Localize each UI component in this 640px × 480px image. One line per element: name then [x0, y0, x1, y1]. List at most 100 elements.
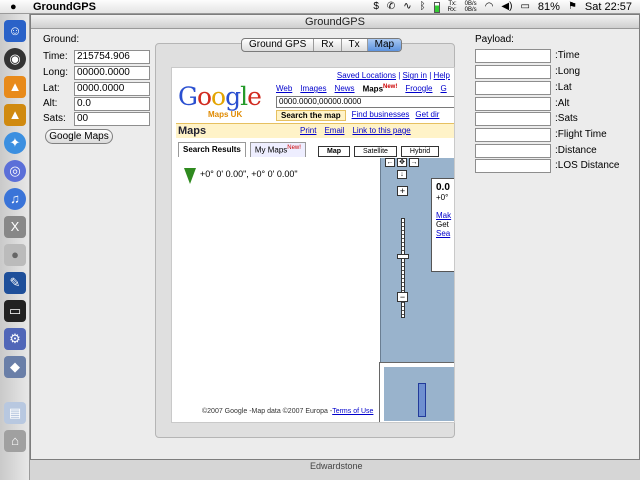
my-maps-tab[interactable]: My MapsNew!: [249, 142, 306, 157]
ground-time-field[interactable]: 215754.906: [74, 50, 150, 64]
search-map-tab[interactable]: Search the map: [276, 110, 346, 121]
app-menu[interactable]: GroundGPS: [33, 0, 96, 14]
pan-center-icon[interactable]: ✥: [397, 158, 407, 167]
battery-icon[interactable]: ▭: [520, 0, 529, 14]
map-canvas[interactable]: ← ✥ → ↓ + − 0.0 +0° Mak Get Sea: [379, 158, 454, 422]
network-rate: 0B/s 0B/s: [465, 1, 477, 13]
map-webview[interactable]: Saved Locations | Sign in | Help Google …: [171, 67, 455, 423]
maps-uk-label: Maps UK: [208, 110, 243, 119]
map-type-hybrid[interactable]: Hybrid: [400, 146, 440, 157]
ground-long-row: Long: 00000.0000: [41, 66, 153, 80]
link-to-page[interactable]: Link to this page: [352, 126, 410, 135]
ground-alt-field[interactable]: 0.0: [74, 97, 150, 111]
network-label: Tx: Rx:: [448, 1, 457, 13]
ground-long-field[interactable]: 00000.0000: [74, 66, 150, 80]
payload-flighttime-row: :Flight Time: [475, 128, 635, 142]
chat-icon[interactable]: ◎: [4, 160, 26, 182]
sign-in-link[interactable]: Sign in: [403, 71, 427, 80]
get-directions-tab[interactable]: Get dir: [415, 110, 439, 121]
dashboard-icon[interactable]: ◉: [4, 48, 26, 70]
map-type-map[interactable]: Map: [318, 146, 350, 157]
clock[interactable]: Sat 22:57: [585, 0, 632, 14]
nav-web[interactable]: Web: [276, 84, 292, 94]
result-coordinates[interactable]: +0° 0' 0.00", +0° 0' 0.00": [200, 169, 298, 179]
info-link-make[interactable]: Mak: [436, 211, 454, 220]
payload-lat-field[interactable]: [475, 81, 551, 95]
payload-sats-field[interactable]: [475, 112, 551, 126]
ground-sats-field[interactable]: 00: [74, 112, 150, 126]
find-businesses-tab[interactable]: Find businesses: [352, 110, 410, 121]
tab-map[interactable]: Map: [367, 39, 402, 51]
itunes-icon[interactable]: ♫: [4, 188, 26, 210]
payload-time-field[interactable]: [475, 49, 551, 63]
ground-lat-field[interactable]: 0000.0000: [74, 82, 150, 96]
tab-rx[interactable]: Rx: [314, 39, 342, 51]
zoom-out-button[interactable]: −: [397, 292, 408, 302]
pan-left-icon[interactable]: ←: [385, 158, 395, 167]
activity-icon[interactable]: ∿: [403, 0, 411, 14]
payload-flighttime-field[interactable]: [475, 128, 551, 142]
pan-right-icon[interactable]: →: [409, 158, 419, 167]
overview-map[interactable]: [379, 362, 454, 422]
xcode-icon[interactable]: ✎: [4, 272, 26, 294]
nav-images[interactable]: Images: [300, 84, 326, 94]
payload-alt-field[interactable]: [475, 97, 551, 111]
location-marker-icon[interactable]: [184, 168, 196, 184]
wifi-icon[interactable]: ◠: [485, 0, 494, 14]
print-link[interactable]: Print: [300, 126, 316, 135]
zoom-slider[interactable]: [401, 218, 405, 318]
ground-time-row: Time: 215754.906: [41, 50, 153, 64]
maps-heading: Maps: [178, 125, 207, 137]
window-title[interactable]: GroundGPS: [31, 15, 639, 29]
nav-froogle[interactable]: Froogle: [405, 84, 432, 94]
zoom-in-button[interactable]: +: [397, 186, 408, 196]
email-link[interactable]: Email: [324, 126, 344, 135]
payload-distance-field[interactable]: [475, 144, 551, 158]
vlc-icon-2[interactable]: ▲: [4, 104, 26, 126]
pan-down-icon[interactable]: ↓: [397, 170, 407, 179]
dollar-icon[interactable]: $: [373, 0, 379, 14]
flag-icon[interactable]: ⚑: [568, 0, 577, 14]
ground-long-label: Long:: [43, 67, 69, 78]
payload-alt-label: :Alt: [555, 98, 570, 109]
map-type-satellite[interactable]: Satellite: [354, 146, 397, 157]
vlc-icon[interactable]: ▲: [4, 76, 26, 98]
terminal-icon[interactable]: ▭: [4, 300, 26, 322]
payload-los-field[interactable]: [475, 159, 551, 173]
info-link-search[interactable]: Sea: [436, 229, 454, 238]
trash-icon[interactable]: ⌂: [4, 430, 26, 452]
search-results-tab[interactable]: Search Results: [178, 142, 246, 157]
volume-icon[interactable]: ◀): [501, 0, 512, 14]
map-type-buttons: Map Satellite Hybrid: [318, 146, 440, 157]
safari-icon[interactable]: ✦: [4, 132, 26, 154]
nav-more[interactable]: G: [440, 84, 446, 94]
app-icon[interactable]: ◆: [4, 356, 26, 378]
bluetooth-icon[interactable]: ᛒ: [420, 0, 426, 14]
help-link[interactable]: Help: [434, 71, 450, 80]
overview-viewport[interactable]: [418, 383, 426, 417]
saved-locations-link[interactable]: Saved Locations: [337, 71, 396, 80]
google-logo[interactable]: Google: [178, 82, 262, 111]
phone-icon[interactable]: ✆: [387, 0, 395, 14]
payload-distance-row: :Distance: [475, 144, 635, 158]
finder-icon[interactable]: ☺: [4, 20, 26, 42]
payload-sats-row: :Sats: [475, 112, 635, 126]
documents-icon[interactable]: ▤: [4, 402, 26, 424]
nav-news[interactable]: News: [335, 84, 355, 94]
map-search-input[interactable]: 0000.0000,00000.0000: [276, 96, 454, 108]
ground-lat-row: Lat: 0000.0000: [41, 82, 153, 96]
tab-ground-gps[interactable]: Ground GPS: [242, 39, 315, 51]
google-maps-button[interactable]: Google Maps: [45, 129, 113, 144]
x11-icon[interactable]: X: [4, 216, 26, 238]
apple-icon[interactable]: ●: [4, 244, 26, 266]
payload-time-row: :Time: [475, 49, 635, 63]
background-text: Edwardstone: [310, 461, 363, 471]
payload-long-field[interactable]: [475, 65, 551, 79]
zoom-slider-thumb[interactable]: [397, 254, 409, 259]
tab-tx[interactable]: Tx: [342, 39, 368, 51]
apple-menu-icon[interactable]: ●: [10, 0, 17, 14]
memory-meter[interactable]: [433, 1, 440, 13]
terms-link[interactable]: Terms of Use: [332, 408, 373, 415]
preferences-icon[interactable]: ⚙: [4, 328, 26, 350]
map-footer: ©2007 Google -Map data ©2007 Europa -Ter…: [202, 408, 373, 415]
